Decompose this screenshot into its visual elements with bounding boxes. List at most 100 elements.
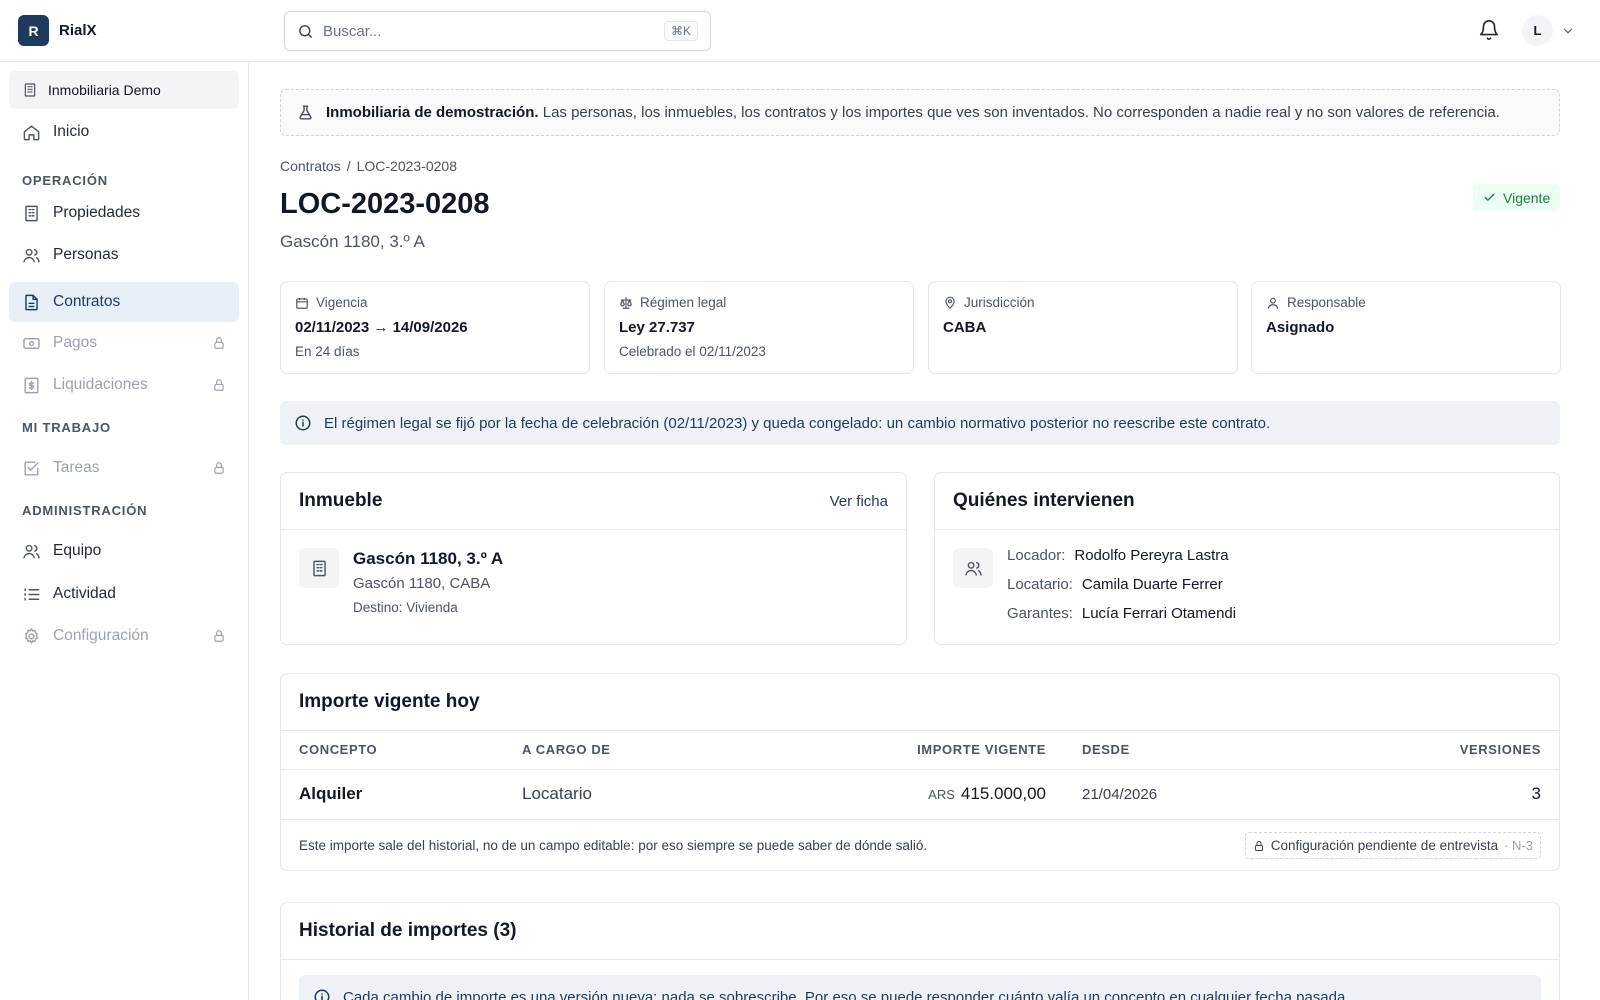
sidebar-item-label: Personas — [53, 246, 119, 263]
breadcrumb: Contratos / LOC-2023-0208 — [280, 158, 457, 174]
demo-banner: Inmobiliaria de demostración. Las person… — [280, 89, 1560, 136]
historial-info-note: Cada cambio de importe es una versión nu… — [299, 975, 1541, 1000]
ver-ficha-link[interactable]: Ver ficha — [830, 493, 888, 510]
building-icon — [299, 548, 339, 588]
concepto-cell: Alquiler — [281, 769, 504, 820]
cargo-cell: Locatario — [504, 769, 864, 820]
sidebar: Inmobiliaria Demo Inicio OPERACIÓN Propi… — [0, 62, 249, 1000]
sidebar-item-configuracion[interactable]: Configuración — [9, 616, 239, 656]
stat-jurisdiccion: Jurisdicción CABA — [928, 281, 1238, 374]
card-title: Inmueble — [299, 490, 383, 511]
sidebar-item-personas[interactable]: Personas — [9, 235, 239, 275]
lock-icon — [1253, 840, 1265, 852]
currency: ARS — [928, 787, 955, 802]
users-icon — [953, 548, 993, 588]
sidebar-item-pagos[interactable]: Pagos — [9, 323, 239, 363]
info-text: El régimen legal se fijó por la fecha de… — [324, 414, 1271, 432]
property-name: Gascón 1180, 3.º A — [353, 549, 504, 568]
lock-icon — [212, 336, 226, 350]
search-icon — [297, 23, 314, 40]
stat-value: Ley 27.737 — [619, 319, 695, 336]
property-address: Gascón 1180, CABA — [353, 575, 491, 592]
receipt-icon — [22, 376, 41, 395]
nav-section-operacion: OPERACIÓN — [22, 173, 108, 188]
amount: 415.000,00 — [960, 784, 1046, 803]
stat-vigencia: Vigencia 02/11/2023 → 14/09/2026 En 24 d… — [280, 281, 590, 374]
calendar-icon — [295, 296, 309, 310]
chevron-down-icon — [1561, 24, 1575, 38]
status-label: Vigente — [1503, 189, 1551, 206]
party-row-locatario: Locatario: Camila Duarte Ferrer — [1007, 576, 1223, 593]
sidebar-item-liquidaciones[interactable]: Liquidaciones — [9, 365, 239, 405]
top-bar: R RialX ⌘K L — [0, 0, 1600, 62]
breadcrumb-current: LOC-2023-0208 — [356, 158, 457, 174]
sidebar-item-contratos[interactable]: Contratos — [9, 282, 239, 322]
bell-icon[interactable] — [1478, 19, 1500, 41]
home-icon — [22, 123, 41, 142]
search-input[interactable] — [323, 22, 655, 40]
document-icon — [22, 293, 41, 312]
stat-responsable: Responsable Asignado — [1251, 281, 1561, 374]
property-destino: Destino: Vivienda — [353, 600, 458, 615]
check-icon — [1483, 191, 1496, 204]
page-title: LOC-2023-0208 — [280, 188, 490, 220]
importe-table: CONCEPTO A CARGO DE IMPORTE VIGENTE DESD… — [281, 731, 1559, 820]
importe-footnote: Este importe sale del historial, no de u… — [299, 838, 928, 853]
building-icon — [22, 82, 38, 98]
stat-hint: En 24 días — [295, 344, 360, 359]
column-header: CONCEPTO — [281, 731, 504, 770]
sidebar-item-equipo[interactable]: Equipo — [9, 531, 239, 571]
org-switcher[interactable]: Inmobiliaria Demo — [9, 71, 239, 109]
nav-section-mi-trabajo: MI TRABAJO — [22, 420, 111, 435]
user-group-icon — [22, 542, 41, 561]
table-row[interactable]: Alquiler Locatario ARS 415.000,00 21/04/2… — [281, 769, 1559, 820]
user-icon — [1266, 296, 1280, 310]
column-header: A CARGO DE — [504, 731, 864, 770]
column-header: DESDE — [1064, 731, 1314, 770]
sidebar-item-label: Liquidaciones — [53, 376, 148, 393]
sidebar-item-inicio[interactable]: Inicio — [9, 112, 239, 152]
sidebar-item-propiedades[interactable]: Propiedades — [9, 193, 239, 233]
sidebar-item-label: Pagos — [53, 334, 97, 351]
party-row-garantes: Garantes: Lucía Ferrari Otamendi — [1007, 605, 1237, 622]
stat-label: Jurisdicción — [964, 295, 1035, 310]
flask-icon — [297, 104, 314, 121]
desde-cell: 21/04/2026 — [1064, 769, 1314, 820]
party-name[interactable]: Lucía Ferrari Otamendi — [1082, 605, 1236, 622]
page-subtitle: Gascón 1180, 3.º A — [280, 232, 425, 251]
banknote-icon — [22, 334, 41, 353]
info-icon — [294, 414, 312, 432]
demo-banner-text: Inmobiliaria de demostración. Las person… — [326, 104, 1500, 121]
org-name: Inmobiliaria Demo — [48, 82, 161, 98]
building-icon — [22, 204, 41, 223]
column-header: VERSIONES — [1314, 731, 1559, 770]
sidebar-item-label: Configuración — [53, 627, 149, 644]
sidebar-item-label: Actividad — [53, 585, 116, 602]
brand[interactable]: R RialX — [18, 15, 97, 46]
sidebar-item-tareas[interactable]: Tareas — [9, 448, 239, 488]
info-text: Cada cambio de importe es una versión nu… — [343, 988, 1350, 1000]
importe-cell: ARS 415.000,00 — [864, 769, 1064, 820]
list-icon — [22, 585, 41, 604]
sidebar-item-label: Equipo — [53, 542, 102, 559]
avatar: L — [1522, 15, 1553, 46]
status-badge: Vigente — [1473, 184, 1561, 211]
scale-icon — [619, 296, 633, 310]
breadcrumb-link-contratos[interactable]: Contratos — [280, 158, 341, 174]
card-title: Importe vigente hoy — [299, 691, 480, 712]
info-icon — [313, 988, 331, 1000]
regime-info-note: El régimen legal se fijó por la fecha de… — [280, 401, 1560, 445]
main-content: Inmobiliaria de demostración. Las person… — [249, 62, 1600, 1000]
user-menu[interactable]: L — [1522, 15, 1575, 46]
sidebar-item-actividad[interactable]: Actividad — [9, 574, 239, 614]
lock-icon — [212, 629, 226, 643]
sidebar-item-label: Inicio — [53, 123, 90, 140]
party-name[interactable]: Rodolfo Pereyra Lastra — [1074, 547, 1228, 564]
card-importe-vigente: Importe vigente hoy CONCEPTO A CARGO DE … — [280, 673, 1560, 871]
search-box[interactable]: ⌘K — [284, 11, 711, 51]
sidebar-item-label: Propiedades — [53, 204, 141, 221]
party-name[interactable]: Camila Duarte Ferrer — [1082, 576, 1223, 593]
sidebar-item-label: Contratos — [53, 293, 121, 310]
map-pin-icon — [943, 296, 957, 310]
card-historial: Historial de importes (3) Cada cambio de… — [280, 902, 1560, 1000]
